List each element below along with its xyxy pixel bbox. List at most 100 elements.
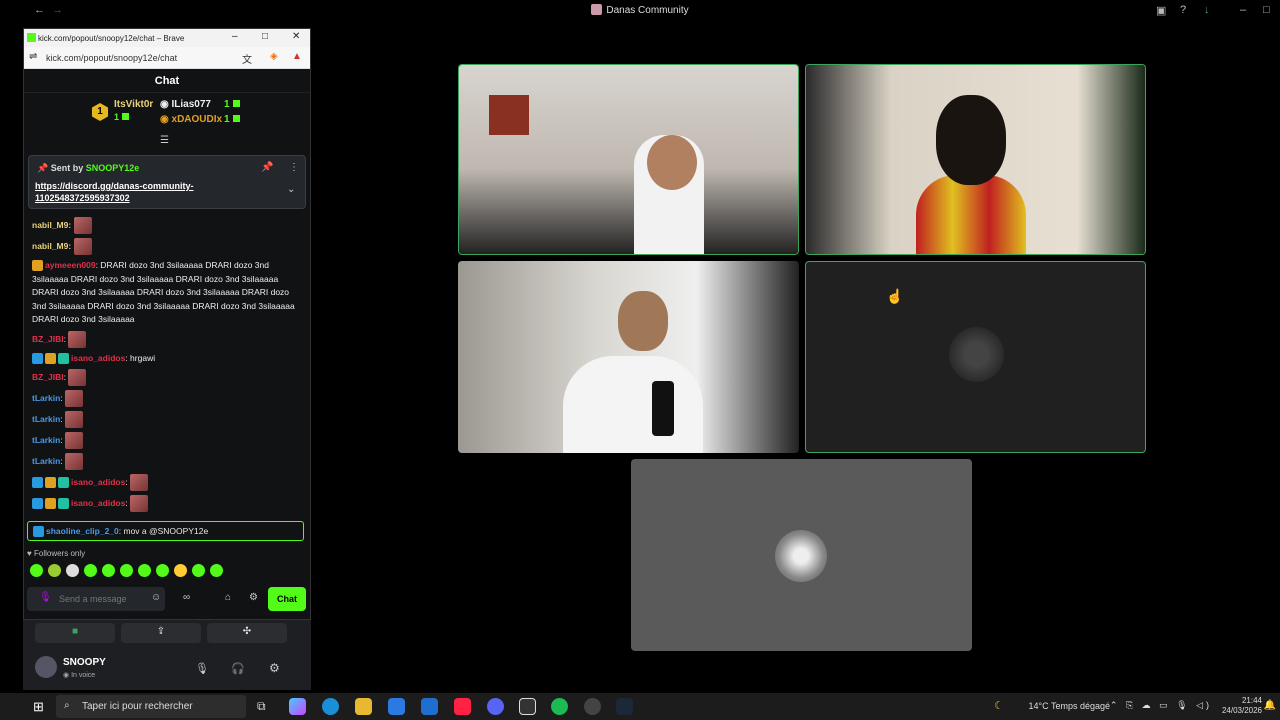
connections-icon[interactable]: ∞ bbox=[183, 592, 190, 603]
followers-only-notice: ♥ Followers only bbox=[27, 549, 86, 558]
count-value: 1 bbox=[224, 99, 230, 110]
clock[interactable]: 21:44 24/03/2026 bbox=[1222, 696, 1262, 716]
chat-username[interactable]: tLarkin bbox=[32, 393, 60, 403]
brave-icon[interactable] bbox=[454, 698, 471, 715]
video-tile-5[interactable] bbox=[631, 459, 972, 651]
file-explorer-icon[interactable] bbox=[355, 698, 372, 715]
emote-icon bbox=[65, 390, 84, 407]
emote-icon[interactable] bbox=[84, 564, 97, 577]
user-settings-icon[interactable]: ⚙ bbox=[269, 661, 280, 675]
spotify-icon[interactable] bbox=[551, 698, 568, 715]
emote-icon[interactable] bbox=[138, 564, 151, 577]
settings-icon[interactable]: ⚙ bbox=[249, 592, 258, 603]
chat-username[interactable]: BZ_JIBI bbox=[32, 372, 64, 382]
emote-icon[interactable] bbox=[30, 564, 43, 577]
close-icon[interactable]: ✕ bbox=[292, 31, 300, 42]
filter-icon[interactable]: ☰ bbox=[160, 135, 169, 146]
crown-badge-icon bbox=[45, 477, 56, 488]
emoji-icon[interactable]: ☺ bbox=[151, 592, 161, 603]
taskbar-search[interactable]: ⌕ Taper ici pour rechercher bbox=[56, 695, 246, 718]
app-icon[interactable] bbox=[519, 698, 536, 715]
sub-badge-icon bbox=[32, 477, 43, 488]
brave-rewards-icon[interactable]: ▲ bbox=[292, 51, 302, 62]
send-chat-button[interactable]: Chat bbox=[268, 587, 306, 611]
emote-icon[interactable] bbox=[174, 564, 187, 577]
emote-icon[interactable] bbox=[210, 564, 223, 577]
leader-3[interactable]: ◉ xDAOUDIx bbox=[160, 114, 222, 125]
video-tile-1[interactable] bbox=[458, 64, 799, 255]
sub-badge-icon bbox=[32, 352, 43, 364]
sub-badge-icon bbox=[33, 526, 44, 538]
person-head bbox=[647, 135, 697, 190]
leader-name: xDAOUDIx bbox=[171, 114, 223, 125]
video-tile-2[interactable] bbox=[805, 64, 1146, 255]
discord-icon[interactable] bbox=[487, 698, 504, 715]
steam-icon[interactable] bbox=[616, 698, 633, 715]
leader-1[interactable]: ItsVikt0r bbox=[114, 99, 153, 110]
brave-shields-icon[interactable]: ◈ bbox=[270, 51, 278, 62]
pin-icon[interactable]: 📌 bbox=[261, 162, 273, 173]
chevron-down-icon[interactable]: ⌄ bbox=[287, 184, 295, 195]
maximize-icon[interactable]: □ bbox=[1263, 4, 1270, 16]
chat-username[interactable]: isano_adidos bbox=[71, 353, 125, 363]
chat-username[interactable]: isano_adidos bbox=[71, 498, 125, 508]
windows-start-icon[interactable]: ⊞ bbox=[33, 699, 44, 715]
chat-username[interactable]: shaoline_clip_2_0 bbox=[46, 526, 119, 536]
obs-icon[interactable] bbox=[584, 698, 601, 715]
chat-username[interactable]: BZ_JIBI bbox=[32, 333, 64, 343]
task-view-icon[interactable]: ⧉ bbox=[257, 699, 266, 714]
notifications-icon[interactable]: 🔔 bbox=[1264, 700, 1276, 711]
store-icon[interactable] bbox=[388, 698, 405, 715]
help-icon[interactable]: ? bbox=[1180, 4, 1186, 16]
browser-titlebar: kick.com/popout/snoopy12e/chat – Brave –… bbox=[24, 29, 310, 47]
browser-tab-title: kick.com/popout/snoopy12e/chat – Brave bbox=[38, 34, 185, 43]
site-settings-icon[interactable]: ⇌ bbox=[29, 51, 37, 62]
inbox-icon[interactable]: ▣ bbox=[1156, 4, 1166, 17]
copilot-icon[interactable] bbox=[289, 698, 306, 715]
more-options-icon[interactable]: ⋮ bbox=[289, 162, 299, 173]
emote-icon[interactable] bbox=[192, 564, 205, 577]
pinned-sent-by: 📌 Sent by SNOOPY12e bbox=[37, 163, 140, 173]
chat-message: isano_adidos: hrgawi bbox=[32, 352, 304, 366]
emote-quickbar bbox=[30, 564, 228, 582]
headphones-icon[interactable]: 🎧 bbox=[231, 662, 245, 675]
store-icon[interactable]: ⌂ bbox=[225, 592, 231, 603]
chat-username[interactable]: isano_adidos bbox=[71, 477, 125, 487]
chat-username[interactable]: tLarkin bbox=[32, 414, 60, 424]
minimize-icon[interactable]: – bbox=[232, 31, 238, 42]
edge-icon[interactable] bbox=[322, 698, 339, 715]
emote-icon[interactable] bbox=[48, 564, 61, 577]
camera-button[interactable]: ■ bbox=[35, 623, 115, 643]
weather-widget[interactable]: 14°C Temps dégagé bbox=[1029, 701, 1111, 711]
outlook-icon[interactable] bbox=[421, 698, 438, 715]
chat-username[interactable]: nabil_M9: bbox=[32, 220, 71, 230]
kick-logo-icon bbox=[27, 33, 36, 42]
mute-microphone-icon[interactable]: 🎙 bbox=[195, 662, 209, 675]
tray-icons[interactable]: ⌃ ⎘ ☁ ▭ 🎙 ◁) bbox=[1110, 700, 1212, 711]
person-head bbox=[936, 95, 1006, 185]
minimize-icon[interactable]: – bbox=[1240, 4, 1246, 16]
pinned-link[interactable]: https://discord.gg/danas-community-11025… bbox=[35, 180, 275, 204]
translate-icon[interactable]: 文 bbox=[242, 51, 252, 66]
chat-username[interactable]: tLarkin bbox=[32, 456, 60, 466]
chat-text: : bbox=[60, 413, 63, 424]
maximize-icon[interactable]: □ bbox=[262, 31, 268, 42]
chat-username[interactable]: tLarkin bbox=[32, 435, 60, 445]
activities-button[interactable]: ✣ bbox=[207, 623, 287, 643]
count-value: 1 bbox=[114, 112, 120, 122]
emote-icon[interactable] bbox=[120, 564, 133, 577]
chat-username[interactable]: nabil_M9: bbox=[32, 241, 71, 251]
emote-icon[interactable] bbox=[66, 564, 79, 577]
video-tile-3[interactable] bbox=[458, 261, 799, 453]
screen-share-button[interactable]: ⇪ bbox=[121, 623, 201, 643]
video-tile-4[interactable]: ☝ bbox=[805, 261, 1146, 453]
leader-2[interactable]: ◉ ILias077 bbox=[160, 99, 211, 110]
microphone-icon[interactable]: 🎙 bbox=[39, 592, 52, 603]
chat-username[interactable]: aymeeen009 bbox=[45, 260, 96, 270]
emote-icon[interactable] bbox=[102, 564, 115, 577]
url-bar[interactable]: ⇌ kick.com/popout/snoopy12e/chat 文 ◈ ▲ bbox=[24, 47, 310, 69]
download-icon[interactable]: ↓ bbox=[1204, 4, 1210, 16]
gift-badge-icon bbox=[58, 352, 69, 364]
pinned-sender[interactable]: SNOOPY12e bbox=[86, 163, 140, 173]
emote-icon[interactable] bbox=[156, 564, 169, 577]
